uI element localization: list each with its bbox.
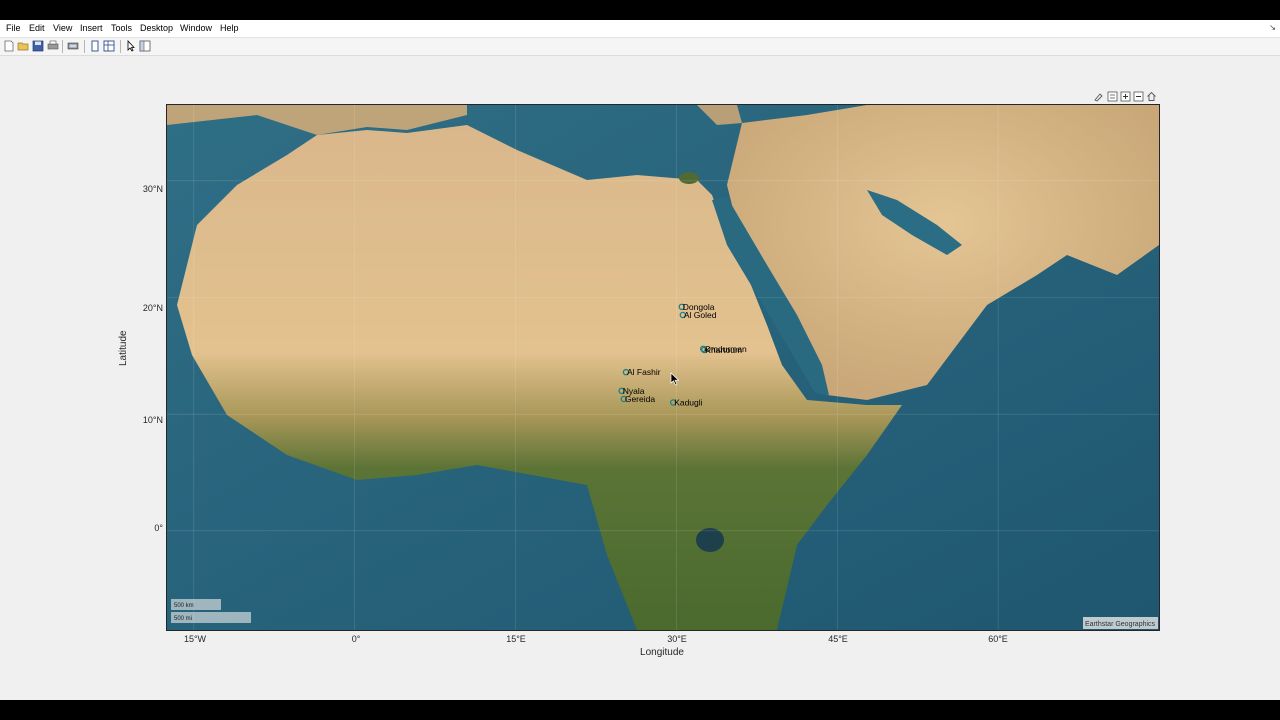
toolbar-separator — [84, 40, 85, 53]
edit-plot-icon[interactable] — [125, 40, 137, 52]
lon-tick-60e: 60°E — [988, 634, 1008, 644]
menu-view[interactable]: View — [53, 23, 72, 33]
lat-tick-30n: 30°N — [142, 184, 163, 194]
lat-tick-0: 0° — [154, 523, 163, 533]
menu-bar: File Edit View Insert Tools Desktop Wind… — [0, 20, 1280, 38]
figure-window: File Edit View Insert Tools Desktop Wind… — [0, 20, 1280, 700]
city-label: Khartoum — [705, 345, 742, 355]
zoom-out-icon[interactable] — [1133, 91, 1144, 102]
brush-icon[interactable] — [1093, 91, 1104, 102]
nile-delta — [679, 172, 699, 184]
attribution: Earthstar Geographics — [1083, 617, 1158, 629]
lon-tick-15w: 15°W — [183, 634, 207, 644]
lon-tick-30e: 30°E — [667, 634, 687, 644]
save-icon[interactable] — [32, 40, 44, 52]
data-tips-icon[interactable] — [1107, 91, 1118, 102]
figure-toolbar — [0, 38, 1280, 56]
lon-tick-0: 0° — [351, 634, 361, 644]
new-figure-icon[interactable] — [3, 40, 15, 52]
city-label: Al Fashir — [627, 367, 661, 377]
mouse-cursor-icon — [670, 372, 680, 386]
zoom-in-icon[interactable] — [1120, 91, 1131, 102]
menu-window[interactable]: Window — [180, 23, 212, 33]
menu-help[interactable]: Help — [220, 23, 239, 33]
map-axes[interactable]: Dongola Al Goled Omdurman Khartoum Al Fashir… — [166, 104, 1160, 631]
lon-tick-15e: 15°E — [506, 634, 526, 644]
print-preview-icon[interactable] — [67, 40, 79, 52]
property-editor-icon[interactable] — [103, 40, 115, 52]
scale-bar-km-label: 500 km — [174, 603, 194, 609]
toolbar-separator — [120, 40, 121, 53]
city-label: Kadugli — [674, 398, 702, 408]
satellite-basemap[interactable]: DongolaAl GoledOmdurmanKhartoumAl Fashir… — [167, 105, 1159, 630]
menu-edit[interactable]: Edit — [29, 23, 45, 33]
attribution-text: Earthstar Geographics — [1085, 621, 1156, 628]
city-label: Gereida — [625, 394, 656, 404]
open-file-icon[interactable] — [17, 40, 29, 52]
menu-file[interactable]: File — [6, 23, 21, 33]
lat-tick-10n: 10°N — [142, 415, 163, 425]
restore-view-icon[interactable] — [1146, 91, 1157, 102]
axes-toolbar — [1093, 91, 1161, 105]
toolbar-separator — [62, 40, 63, 53]
city-label: Al Goled — [684, 310, 717, 320]
lon-tick-45e: 45°E — [828, 634, 848, 644]
x-axis-label: Longitude — [640, 647, 684, 658]
undock-arrow-icon[interactable]: ↘ — [1269, 23, 1276, 32]
scale-bar-mi-label: 500 mi — [174, 616, 192, 622]
lake-victoria — [696, 528, 724, 552]
menu-tools[interactable]: Tools — [111, 23, 132, 33]
lat-tick-20n: 20°N — [142, 303, 163, 313]
menu-desktop[interactable]: Desktop — [140, 23, 173, 33]
menu-insert[interactable]: Insert — [80, 23, 103, 33]
y-axis-label: Latitude — [118, 330, 129, 366]
plot-browser-icon[interactable] — [139, 40, 151, 52]
print-icon[interactable] — [47, 40, 59, 52]
dock-figure-icon[interactable] — [89, 40, 101, 52]
